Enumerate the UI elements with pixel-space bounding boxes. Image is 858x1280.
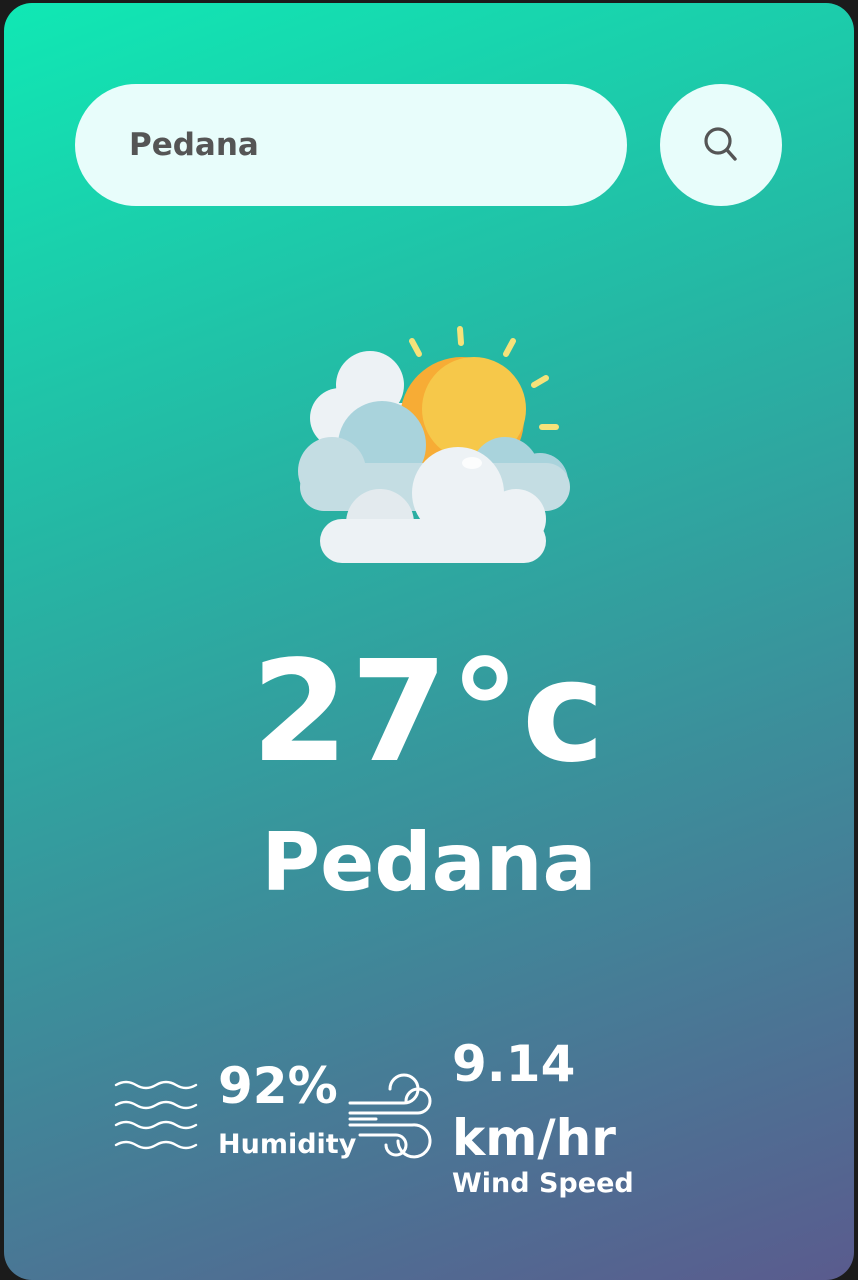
humidity-waves-icon: [114, 1080, 198, 1150]
temperature: 27°c: [251, 631, 607, 794]
partly-cloudy-icon: [298, 326, 570, 563]
search-button[interactable]: [660, 84, 782, 206]
weather-card: 27°c Pedana 92% Humidity 9.14 km/hr Wind…: [4, 3, 854, 1280]
wind-speed-value: 9.14 km/hr: [452, 1035, 616, 1167]
search-icon: [704, 127, 737, 161]
city-name: Pedana: [261, 816, 597, 909]
humidity-label: Humidity: [218, 1129, 357, 1160]
humidity-value: 92%: [218, 1057, 338, 1115]
search-input[interactable]: [127, 126, 581, 164]
wind-speed-label: Wind Speed: [452, 1168, 634, 1199]
wind-icon: [348, 1073, 432, 1159]
search-bar: [75, 84, 627, 206]
